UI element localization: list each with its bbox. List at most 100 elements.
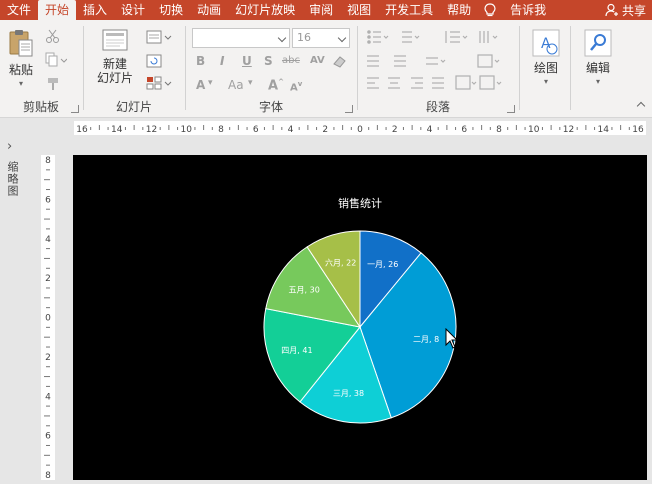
group-label-slides: 幻灯片 (115, 100, 152, 114)
new-slide-label-2: 幻灯片 (96, 71, 133, 85)
group-editing: 编辑 ▾ (572, 20, 624, 118)
ruler-label: 6 (45, 432, 51, 442)
thumbnail-pane-label: 缩略图 (6, 161, 19, 197)
slide-canvas[interactable]: 销售统计 一月, 26 二月, 8 三月, 38 四月, 41 五月, 30 六月, 22 (73, 155, 647, 480)
group-clipboard: 粘贴 ▾ 剪贴板 (0, 20, 82, 118)
thumbnail-pane-collapsed[interactable]: › 缩略图 (0, 139, 22, 484)
font-color-button[interactable]: A (196, 78, 205, 92)
font-size-value: 16 (297, 31, 311, 44)
paragraph-launcher-icon[interactable] (507, 105, 515, 113)
section-icon[interactable] (146, 76, 172, 90)
format-painter-icon[interactable] (45, 76, 61, 90)
pie-data-label: 四月, 41 (281, 346, 312, 355)
chevron-right-icon[interactable]: › (7, 139, 12, 154)
ribbon: 粘贴 ▾ 剪贴板 新建 幻灯片 幻灯片 16 B I U S abc AV A … (0, 20, 652, 118)
italic-button[interactable]: I (220, 54, 224, 68)
svg-text:A: A (541, 36, 551, 52)
pie-data-label: 二月, 8 (413, 335, 439, 344)
editing-label: 编辑 (585, 61, 610, 75)
tab-review[interactable]: 审阅 (302, 0, 340, 20)
horizontal-ruler: 16 14 12 10 8 6 4 2 0 2 4 6 8 10 12 14 16 (74, 121, 646, 135)
font-color-dropdown-icon[interactable]: ▾ (208, 78, 213, 88)
paste-button[interactable]: 粘贴 ▾ (4, 28, 38, 91)
ruler-label: 14 (111, 125, 123, 135)
tab-insert[interactable]: 插入 (76, 0, 114, 20)
clipboard-launcher-icon[interactable] (71, 105, 79, 113)
font-launcher-icon[interactable] (345, 105, 353, 113)
ruler-label: 0 (357, 125, 363, 135)
mouse-cursor-icon (445, 328, 459, 349)
layout-icon[interactable] (146, 30, 172, 44)
ruler-label: 12 (146, 125, 157, 135)
paragraph-icons[interactable] (366, 28, 516, 98)
ruler-label: 2 (322, 125, 328, 135)
group-label-clipboard: 剪贴板 (22, 100, 59, 114)
group-label-paragraph: 段落 (425, 100, 450, 114)
collapse-ribbon-icon[interactable] (636, 101, 646, 111)
reset-icon[interactable] (146, 54, 162, 68)
editing-button[interactable]: 编辑 ▾ (578, 28, 618, 89)
ruler-label: 10 (181, 125, 193, 135)
lightbulb-icon (484, 3, 496, 17)
group-label-font: 字体 (258, 100, 283, 114)
cut-icon[interactable] (45, 28, 61, 43)
tab-animations[interactable]: 动画 (190, 0, 228, 20)
ruler-label: 16 (632, 125, 644, 135)
tell-me-label: 告诉我 (510, 3, 547, 17)
change-case-button[interactable]: Aa (228, 78, 244, 92)
ruler-label: 4 (427, 125, 433, 135)
ruler-label: 4 (45, 235, 51, 245)
tab-home[interactable]: 开始 (38, 0, 77, 20)
ruler-label: 8 (218, 125, 224, 135)
tab-transitions[interactable]: 切换 (152, 0, 190, 20)
drawing-label: 绘图 (533, 61, 558, 75)
pie-data-label: 五月, 30 (289, 286, 320, 295)
ruler-label: 0 (45, 314, 51, 324)
person-icon (605, 3, 618, 17)
ruler-label: 8 (45, 156, 51, 166)
shapes-icon: A (532, 29, 560, 57)
eraser-icon[interactable] (332, 54, 348, 68)
font-name-input[interactable] (192, 28, 290, 48)
tab-slideshow[interactable]: 幻灯片放映 (228, 0, 302, 20)
share-label: 共享 (621, 3, 646, 18)
paste-label: 粘贴 (8, 63, 33, 77)
shadow-button[interactable]: S (264, 54, 273, 68)
drawing-button[interactable]: A 绘图 ▾ (526, 28, 566, 89)
ruler-label: 6 (45, 195, 51, 205)
share-button[interactable]: 共享 (605, 0, 652, 20)
pie-data-label: 六月, 22 (325, 258, 356, 268)
new-slide-button[interactable]: 新建 幻灯片 (90, 28, 140, 85)
copy-icon[interactable] (45, 52, 68, 67)
ruler-label: 14 (598, 125, 610, 135)
tab-developer[interactable]: 开发工具 (378, 0, 440, 20)
grow-font-button[interactable]: A^ (268, 78, 284, 93)
new-slide-label-1: 新建 (102, 57, 127, 71)
underline-button[interactable]: U (242, 54, 252, 68)
ruler-label: 4 (45, 392, 51, 402)
tab-help[interactable]: 帮助 (440, 0, 478, 20)
vertical-ruler: 8 6 4 2 0 2 4 6 8 (41, 155, 55, 481)
ruler-label: 16 (76, 125, 88, 135)
ruler-label: 2 (45, 274, 51, 284)
strikethrough-button[interactable]: abc (282, 55, 300, 66)
font-size-input[interactable]: 16 (292, 28, 350, 48)
tab-view[interactable]: 视图 (340, 0, 378, 20)
pie-chart[interactable]: 一月, 26 二月, 8 三月, 38 四月, 41 五月, 30 六月, 22 (73, 155, 647, 480)
tab-file[interactable]: 文件 (0, 0, 38, 20)
ruler-label: 6 (253, 125, 259, 135)
shrink-font-button[interactable]: Av (290, 80, 302, 93)
change-case-dropdown-icon[interactable]: ▾ (248, 78, 253, 88)
pie-data-label: 一月, 26 (367, 260, 398, 269)
group-divider (570, 26, 571, 110)
tab-design[interactable]: 设计 (114, 0, 152, 20)
ruler-label: 10 (528, 125, 540, 135)
ruler-label: 8 (496, 125, 502, 135)
ruler-label: 12 (563, 125, 574, 135)
ruler-label: 8 (45, 471, 51, 480)
char-spacing-button[interactable]: AV (310, 55, 325, 66)
find-icon (584, 29, 612, 57)
bold-button[interactable]: B (196, 54, 205, 68)
tell-me-box[interactable]: 告诉我 (478, 0, 553, 20)
new-slide-icon (102, 29, 128, 51)
